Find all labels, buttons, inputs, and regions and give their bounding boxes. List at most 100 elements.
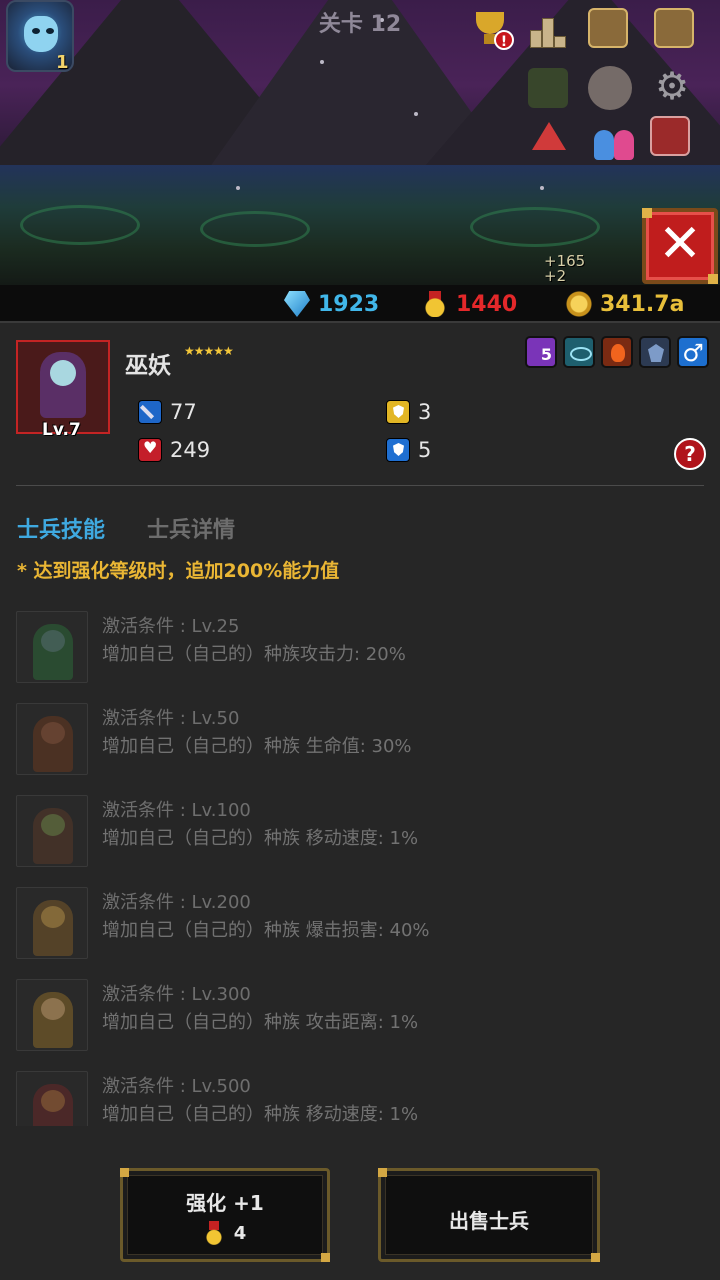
swirl-decoration [20, 205, 140, 245]
figure-head [41, 906, 65, 928]
sparkle [320, 60, 324, 64]
gear-icon[interactable]: ⚙ [652, 66, 692, 106]
skill-effect: 增加自己（自己的）种族 爆击损害: 40% [102, 920, 430, 941]
armor-stat: 3 [386, 400, 431, 424]
skill-effect: 增加自己（自己的）种族 移动速度: 1% [102, 828, 419, 849]
diamond-amount: 1923 [318, 291, 380, 317]
tier-badge[interactable]: 5 [525, 336, 557, 368]
sell-button[interactable]: 出售士兵 [378, 1168, 600, 1262]
skill-row: 激活条件 : Lv.100 增加自己（自己的）种族 移动速度: 1% [16, 784, 706, 867]
attack-stat: 77 [138, 400, 197, 424]
upgrade-button[interactable]: 强化 +1 4 [120, 1168, 330, 1262]
skill-thumbnail [16, 611, 88, 683]
figure-head [41, 630, 65, 652]
skill-thumbnail [16, 795, 88, 867]
figure-head [41, 814, 65, 836]
yellow-shield-icon [386, 400, 410, 424]
skill-condition: 激活条件 : Lv.25 [102, 616, 240, 637]
bonus-note: * 达到强化等级时，追加200%能力值 [17, 560, 340, 582]
unit-star-rating: ★★★★★ [184, 344, 234, 358]
magic-resist-value: 5 [418, 438, 432, 462]
podium-step [554, 36, 566, 48]
sell-label: 出售士兵 [449, 1209, 529, 1233]
game-scene: 关卡 12 1 ! ⚙ +165 +2 +2 ✕ [0, 0, 720, 285]
skill-row: 激活条件 : Lv.500 增加自己（自己的）种族 移动速度: 1% [16, 1060, 706, 1126]
blue-shield-icon [386, 438, 410, 462]
skill-row: 激活条件 : Lv.200 增加自己（自己的）种族 爆击损害: 40% [16, 876, 706, 959]
sparkle [540, 186, 544, 190]
podium-step [542, 18, 554, 48]
skill-list[interactable]: 激活条件 : Lv.25 增加自己（自己的）种族攻击力: 20% 激活条件 : … [0, 600, 720, 1126]
upgrade-cost: 4 [123, 1221, 327, 1245]
armor-icon[interactable] [639, 336, 671, 368]
swirl-decoration [200, 211, 310, 247]
hp-stat: 249 [138, 438, 210, 462]
skill-row: 激活条件 : Lv.25 增加自己（自己的）种族攻击力: 20% [16, 600, 706, 683]
warning-icon[interactable] [532, 122, 566, 150]
ghosts-icon[interactable] [590, 116, 640, 160]
figure-head [41, 1090, 65, 1112]
ghost [614, 130, 634, 160]
quest-book-icon[interactable] [588, 8, 628, 48]
gold-currency: 341.7a [566, 289, 684, 319]
medal-currency: 1440 [422, 289, 517, 319]
skill-effect: 增加自己（自己的）种族 移动速度: 1% [102, 1104, 419, 1125]
skill-effect: 增加自己（自己的）种族攻击力: 20% [102, 644, 406, 665]
skill-thumbnail [16, 887, 88, 959]
skill-row: 激活条件 : Lv.50 增加自己（自己的）种族 生命值: 30% [16, 692, 706, 775]
skill-effect: 增加自己（自己的）种族 生命值: 30% [102, 736, 412, 757]
skill-thumbnail [16, 979, 88, 1051]
guide-book-icon[interactable] [654, 8, 694, 48]
figure-head [41, 998, 65, 1020]
sparkle [414, 112, 418, 116]
podium-step [530, 30, 542, 48]
skill-row: 激活条件 : Lv.300 增加自己（自己的）种族 攻击距离: 1% [16, 968, 706, 1051]
close-button[interactable]: ✕ [642, 208, 718, 284]
help-button[interactable]: ? [674, 438, 706, 470]
angel-icon[interactable] [588, 66, 632, 110]
divider [16, 485, 704, 486]
skill-condition: 激活条件 : Lv.200 [102, 892, 251, 913]
skill-effect: 增加自己（自己的）种族 攻击距离: 1% [102, 1012, 419, 1033]
unit-level: Lv.7 [42, 420, 81, 440]
alert-badge: ! [494, 30, 514, 50]
hp-value: 249 [170, 438, 211, 462]
boss-level: 1 [56, 52, 69, 73]
gold-bonus-popup: +165 +2 +2 [544, 252, 586, 286]
sword-icon [138, 400, 162, 424]
mailbox-icon[interactable] [650, 116, 690, 156]
diamond-currency: 1923 [284, 289, 379, 319]
skill-thumbnail [16, 1071, 88, 1126]
male-gender-icon[interactable]: ♂ [677, 336, 709, 368]
skill-thumbnail [16, 703, 88, 775]
swirl-decoration [470, 207, 600, 247]
currency-bar: 1923 1440 341.7a [0, 285, 720, 323]
skill-condition: 激活条件 : Lv.300 [102, 984, 251, 1005]
eye [46, 28, 54, 34]
medal-icon [422, 291, 448, 317]
upgrade-label: 强化 +1 [186, 1191, 264, 1215]
fire-icon[interactable] [601, 336, 633, 368]
medal-icon [203, 1221, 224, 1245]
gold-amount: 341.7a [600, 291, 685, 317]
sparkle [236, 186, 240, 190]
eye [32, 28, 40, 34]
gold-coin-icon [566, 291, 592, 317]
upgrade-cost-value: 4 [233, 1222, 247, 1244]
magic-resist-stat: 5 [386, 438, 431, 462]
medal-amount: 1440 [456, 291, 518, 317]
skill-condition: 激活条件 : Lv.50 [102, 708, 240, 729]
crossed-swords-icon[interactable] [528, 68, 568, 108]
figure-head [41, 722, 65, 744]
tab-details[interactable]: 士兵详情 [147, 512, 235, 544]
eye-icon[interactable] [563, 336, 595, 368]
lich-head [50, 360, 76, 386]
skull-face [24, 16, 58, 52]
ranking-podium-icon[interactable] [528, 8, 568, 48]
unit-name: 巫妖 [125, 353, 171, 379]
forest [0, 165, 720, 285]
ghost [594, 130, 614, 160]
heart-icon [138, 438, 162, 462]
tab-skills[interactable]: 士兵技能 [17, 512, 105, 544]
skill-condition: 激活条件 : Lv.100 [102, 800, 251, 821]
